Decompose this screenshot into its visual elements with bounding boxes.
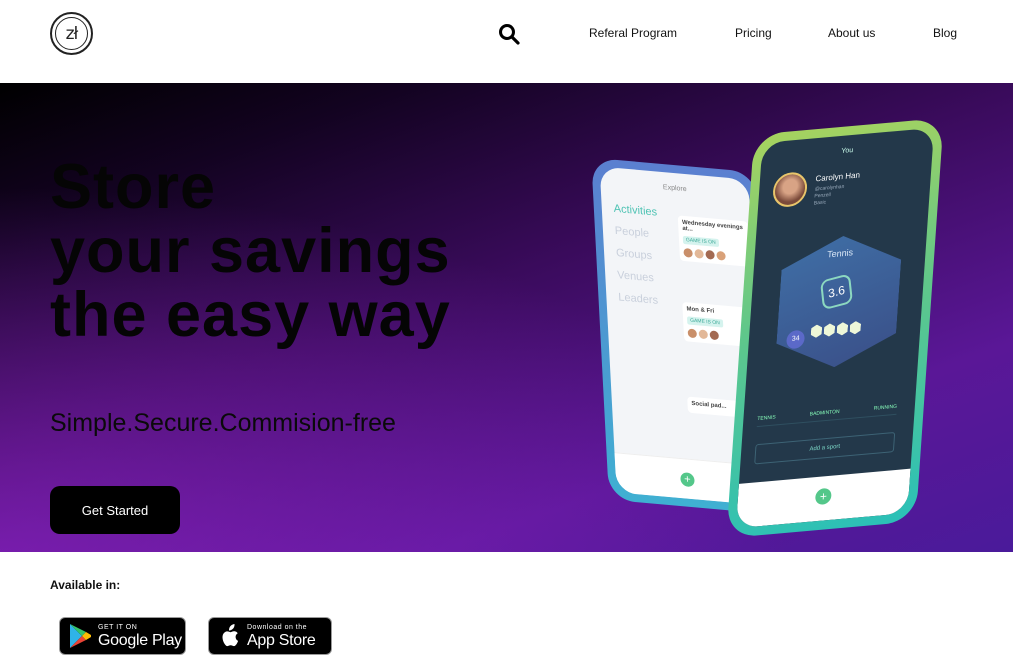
card-tag: GAME IS ON: [682, 235, 719, 248]
nav-referal-program[interactable]: Referal Program: [589, 26, 677, 40]
google-play-icon: [70, 624, 91, 648]
explore-title: Explore: [662, 184, 687, 194]
nav-pricing[interactable]: Pricing: [735, 26, 772, 40]
hero-subhead: Simple.Secure.Commision-free: [50, 409, 396, 437]
sport-tab: TENNIS: [757, 414, 776, 423]
card-tag: GAME IS ON: [686, 316, 724, 328]
activity-card: Wednesday evenings at... GAME IS ON: [677, 215, 750, 267]
headline-line: the easy way: [50, 280, 451, 350]
avatar: [771, 170, 809, 209]
site-header: zł Referal Program Pricing About us Blog: [0, 0, 1013, 83]
google-play-big: Google Play: [98, 631, 182, 649]
get-started-button[interactable]: Get Started: [50, 486, 180, 534]
apple-icon: [222, 624, 239, 647]
card-heading: Wednesday evenings at...: [681, 219, 744, 233]
plus-icon: +: [680, 471, 695, 488]
google-play-badge[interactable]: GET IT ON Google Play: [59, 617, 186, 655]
card-heading: Mon & Fri: [686, 306, 715, 315]
phone-profile: You Carolyn Han @carolynhan Penzell Basi…: [726, 117, 944, 539]
nav-about-us[interactable]: About us: [828, 26, 875, 40]
search-icon[interactable]: [498, 23, 520, 45]
headline-line: Store: [50, 152, 217, 222]
logo-mark: zł: [55, 17, 88, 50]
headline-line: your savings: [50, 216, 451, 286]
profile-meta: @carolynhan Penzell Basic: [814, 184, 845, 208]
sport-tab: RUNNING: [873, 403, 898, 412]
explore-menu: Activities People Groups Venues Leaders: [613, 198, 662, 312]
profile-tabbar: +: [735, 468, 911, 529]
plus-icon: +: [814, 487, 832, 506]
profile-title: You: [841, 146, 854, 156]
app-phone-mockups: Explore Activities People Groups Venues …: [590, 117, 970, 548]
available-in-label: Available in:: [50, 578, 121, 592]
google-play-small: GET IT ON: [98, 623, 138, 631]
app-store-badge[interactable]: Download on the App Store: [208, 617, 332, 655]
app-store-big: App Store: [247, 631, 316, 649]
profile-name: Carolyn Han: [815, 170, 861, 184]
sport-tabs: TENNIS BADMINTON RUNNING: [756, 403, 898, 428]
profile-screen: You Carolyn Han @carolynhan Penzell Basi…: [735, 127, 935, 529]
meta-line: Basic: [813, 199, 827, 207]
hero-headline: Store your savings the easy way: [50, 156, 451, 348]
add-sport-button: Add a sport: [754, 431, 896, 465]
menu-item: Leaders: [618, 291, 659, 307]
card-avatars: [683, 247, 745, 263]
app-store-small: Download on the: [247, 623, 308, 631]
sport-tab: BADMINTON: [809, 408, 840, 418]
nav-blog[interactable]: Blog: [933, 26, 957, 40]
hero-section: Store your savings the easy way Simple.S…: [0, 83, 1013, 552]
logo[interactable]: zł: [50, 12, 93, 55]
